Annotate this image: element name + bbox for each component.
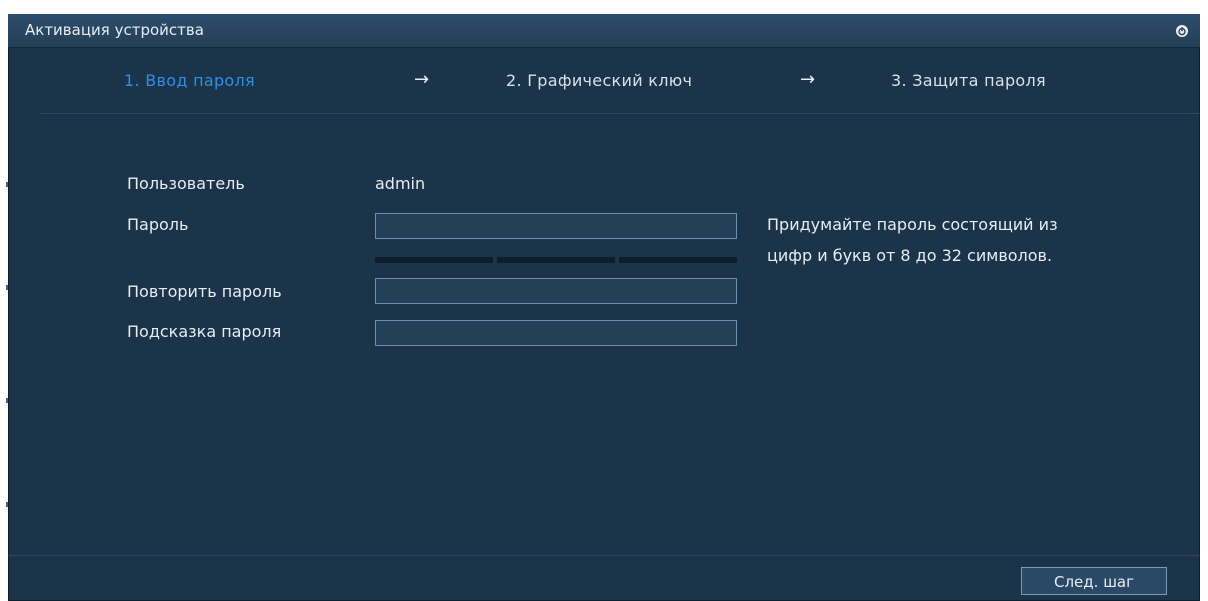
window-title: Активация устройства bbox=[25, 21, 204, 39]
password-hint-input[interactable] bbox=[375, 320, 737, 346]
steps-divider bbox=[40, 113, 1200, 114]
password-input[interactable] bbox=[375, 213, 737, 239]
footer-divider bbox=[8, 555, 1200, 556]
repeat-password-input[interactable] bbox=[375, 278, 737, 304]
step-arrow: → bbox=[800, 69, 816, 90]
step-indicator: 1. Ввод пароля → 2. Графический ключ → 3… bbox=[8, 47, 1200, 113]
password-hint-line-1: Придумайте пароль состоящий из bbox=[767, 215, 1058, 234]
user-value: admin bbox=[375, 174, 426, 193]
step-arrow: → bbox=[414, 69, 430, 90]
password-hint-line-2: цифр и букв от 8 до 32 символов. bbox=[767, 246, 1053, 265]
repeat-password-label: Повторить пароль bbox=[127, 282, 282, 301]
password-label: Пароль bbox=[127, 215, 189, 234]
title-bar: Активация устройства bbox=[8, 14, 1200, 48]
next-step-button[interactable]: След. шаг bbox=[1021, 567, 1167, 595]
user-label: Пользователь bbox=[127, 174, 245, 193]
password-strength-segment bbox=[619, 257, 737, 263]
password-strength-segment bbox=[375, 257, 493, 263]
power-icon[interactable] bbox=[1176, 25, 1188, 37]
step-pattern-key: 2. Графический ключ bbox=[506, 71, 693, 90]
password-strength-segment bbox=[497, 257, 615, 263]
password-hint-label: Подсказка пароля bbox=[127, 322, 282, 341]
step-enter-password: 1. Ввод пароля bbox=[124, 71, 255, 90]
activation-dialog: Активация устройства 1. Ввод пароля → 2.… bbox=[8, 14, 1200, 601]
step-password-protection: 3. Защита пароля bbox=[891, 71, 1046, 90]
